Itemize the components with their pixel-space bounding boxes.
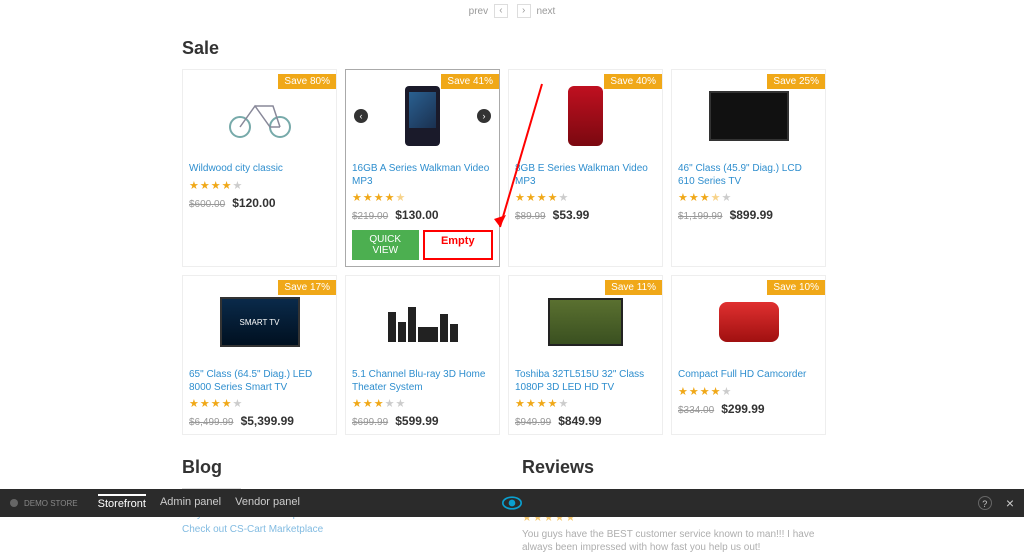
product-card[interactable]: Save 80% Wildwood city classic ★★★★★ $60… [182, 69, 337, 267]
product-card[interactable]: Save 10% Compact Full HD Camcorder ★★★★★… [671, 275, 826, 435]
rating-stars: ★★★★★ [189, 397, 330, 410]
old-price: $600.00 [189, 199, 225, 210]
product-card-active[interactable]: Save 41% ‹ › 16GB A Series Walkman Video… [345, 69, 500, 267]
product-title: 8GB E Series Walkman Video MP3 [515, 162, 656, 188]
product-image: ‹ › [352, 76, 493, 156]
quick-view-button[interactable]: QUICK VIEW [352, 230, 419, 260]
next-button[interactable]: › [517, 4, 531, 18]
old-price: $1,199.99 [678, 211, 723, 222]
prev-button[interactable]: ‹ [494, 4, 508, 18]
pager: prev ‹ › next [182, 4, 842, 18]
bottom-tabs: Storefront Admin panel Vendor panel [98, 496, 300, 510]
status-dot-icon [10, 499, 18, 507]
prev-label: prev [469, 6, 488, 17]
product-title: 46" Class (45.9" Diag.) LCD 610 Series T… [678, 162, 819, 188]
blog-heading: Blog [182, 457, 502, 478]
rating-stars: ★★★★★ [515, 191, 656, 204]
price-row: $219.00 $130.00 [352, 208, 493, 222]
tab-storefront[interactable]: Storefront [98, 494, 146, 510]
carousel-next-icon[interactable]: › [477, 109, 491, 123]
product-title: Compact Full HD Camcorder [678, 368, 819, 382]
reviews-heading: Reviews [522, 457, 842, 478]
product-image [678, 282, 819, 362]
old-price: $699.99 [352, 417, 388, 428]
product-card[interactable]: Save 40% 8GB E Series Walkman Video MP3 … [508, 69, 663, 267]
price: $53.99 [553, 208, 590, 222]
product-image: SMART TV [189, 282, 330, 362]
tab-admin[interactable]: Admin panel [160, 496, 221, 510]
old-price: $949.99 [515, 417, 551, 428]
empty-button[interactable]: Empty [423, 230, 494, 260]
price: $5,399.99 [241, 414, 294, 428]
help-icon[interactable]: ? [978, 496, 992, 510]
price: $599.99 [395, 414, 438, 428]
rating-stars: ★★★★★ [678, 385, 819, 398]
product-title: 16GB A Series Walkman Video MP3 [352, 162, 493, 188]
old-price: $6,499.99 [189, 417, 234, 428]
old-price: $219.00 [352, 211, 388, 222]
price-row: $1,199.99 $899.99 [678, 208, 819, 222]
old-price: $334.00 [678, 405, 714, 416]
product-image [352, 282, 493, 362]
blog-item[interactable]: Check out CS-Cart Marketplace [182, 524, 502, 535]
price-row: $699.99 $599.99 [352, 414, 493, 428]
carousel-prev-icon[interactable]: ‹ [354, 109, 368, 123]
next-label: next [536, 6, 555, 17]
product-card[interactable]: Save 17% SMART TV 65" Class (64.5" Diag.… [182, 275, 337, 435]
product-title: Toshiba 32TL515U 32" Class 1080P 3D LED … [515, 368, 656, 394]
price-row: $949.99 $849.99 [515, 414, 656, 428]
product-title: 65" Class (64.5" Diag.) LED 8000 Series … [189, 368, 330, 394]
price: $120.00 [232, 196, 275, 210]
rating-stars: ★★★★★ [352, 191, 493, 204]
product-image [515, 76, 656, 156]
sale-heading: Sale [182, 38, 842, 59]
price-row: $334.00 $299.99 [678, 402, 819, 416]
price: $899.99 [730, 208, 773, 222]
old-price: $89.99 [515, 211, 546, 222]
price: $849.99 [558, 414, 601, 428]
brand-label: DEMO STORE [24, 499, 78, 508]
review-body: You guys have the BEST customer service … [522, 528, 842, 554]
blog-link: Check out CS-Cart Marketplace [182, 524, 323, 535]
price-row: $89.99 $53.99 [515, 208, 656, 222]
product-title: 5.1 Channel Blu-ray 3D Home Theater Syst… [352, 368, 493, 394]
rating-stars: ★★★★★ [352, 397, 493, 410]
eye-icon[interactable] [502, 495, 522, 511]
close-icon[interactable]: × [1006, 495, 1014, 511]
product-grid: Save 80% Wildwood city classic ★★★★★ $60… [182, 69, 842, 435]
price: $130.00 [395, 208, 438, 222]
product-image [678, 76, 819, 156]
price-row: $6,499.99 $5,399.99 [189, 414, 330, 428]
product-image [515, 282, 656, 362]
rating-stars: ★★★★★ [189, 179, 330, 192]
price: $299.99 [721, 402, 764, 416]
product-card[interactable]: Save 25% 46" Class (45.9" Diag.) LCD 610… [671, 69, 826, 267]
product-image [189, 76, 330, 156]
tab-vendor[interactable]: Vendor panel [235, 496, 300, 510]
rating-stars: ★★★★★ [678, 191, 819, 204]
product-card[interactable]: Save 11% Toshiba 32TL515U 32" Class 1080… [508, 275, 663, 435]
rating-stars: ★★★★★ [515, 397, 656, 410]
product-title: Wildwood city classic [189, 162, 330, 176]
product-card[interactable]: 5.1 Channel Blu-ray 3D Home Theater Syst… [345, 275, 500, 435]
card-actions: QUICK VIEW Empty [352, 230, 493, 260]
price-row: $600.00 $120.00 [189, 196, 330, 210]
